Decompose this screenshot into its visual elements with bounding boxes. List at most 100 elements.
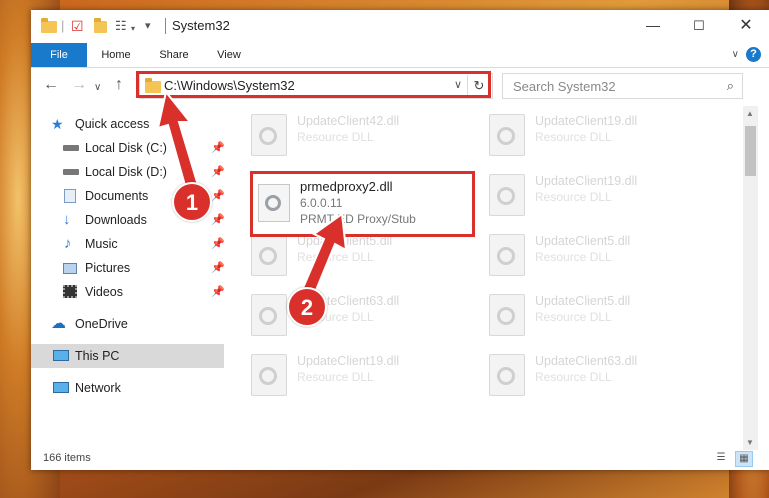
download-icon: ↓ xyxy=(63,211,71,228)
list-item[interactable]: UpdateClient5.dll Resource DLL xyxy=(465,286,695,342)
navigation-bar: ← → ∨ ↑ C:\Windows\System32 ∨ ↻ Search S… xyxy=(31,70,769,102)
sidebar-item-label: Downloads xyxy=(85,213,147,227)
dll-file-icon xyxy=(489,234,525,276)
computer-icon xyxy=(53,350,69,361)
title-bar: | ☑ ☷ ▾ ▾ System32 — ☐ ✕ xyxy=(31,10,769,41)
chevron-down-icon[interactable]: ▾ xyxy=(131,21,135,37)
separator: | xyxy=(61,18,65,33)
sidebar-item-label: OneDrive xyxy=(75,317,128,331)
status-bar: 166 items ☰ ▦ xyxy=(31,448,769,470)
file-name: UpdateClient19.dll xyxy=(535,174,638,188)
pin-icon[interactable]: 📌 xyxy=(211,256,225,280)
quick-access-dropdown-icon[interactable]: ▾ xyxy=(145,18,151,34)
minimize-button[interactable]: — xyxy=(630,10,676,41)
file-description: Resource DLL xyxy=(535,130,612,144)
file-name: UpdateClient19.dll xyxy=(535,114,638,128)
file-description: Resource DLL xyxy=(297,130,374,144)
sidebar-item-label: Music xyxy=(85,237,118,251)
scroll-thumb[interactable] xyxy=(745,126,756,176)
sidebar-item-this-pc[interactable]: This PC xyxy=(31,344,224,368)
forward-arrow-icon[interactable]: → xyxy=(71,76,87,94)
list-item[interactable]: UpdateClient19.dll Resource DLL xyxy=(465,106,695,162)
step-badge-1: 1 xyxy=(172,182,212,222)
chevron-up-icon[interactable]: ∨ xyxy=(732,49,739,60)
dll-file-icon xyxy=(489,354,525,396)
help-icon[interactable]: ? xyxy=(746,47,761,62)
list-item[interactable]: UpdateClient42.dll Resource DLL xyxy=(227,106,457,162)
file-name: prmedproxy2.dll xyxy=(300,179,393,194)
drive-icon xyxy=(63,169,79,175)
file-name: UpdateClient63.dll xyxy=(535,354,638,368)
dll-file-icon xyxy=(258,184,290,222)
dll-file-icon xyxy=(489,174,525,216)
explorer-window: | ☑ ☷ ▾ ▾ System32 — ☐ ✕ File Home Share… xyxy=(31,10,769,470)
up-arrow-icon[interactable]: ↑ xyxy=(115,76,123,94)
pin-icon[interactable]: 📌 xyxy=(211,232,225,256)
customize-view-icon[interactable]: ☷ xyxy=(115,18,127,34)
search-icon: ⌕ xyxy=(726,78,734,93)
sidebar-item-network[interactable]: Network xyxy=(31,376,224,400)
step-badge-2: 2 xyxy=(287,287,327,327)
search-input[interactable]: Search System32 ⌕ xyxy=(502,73,743,99)
ribbon: File Home Share View ∨ ? xyxy=(31,43,769,68)
tab-home[interactable]: Home xyxy=(93,43,139,67)
window-title: System32 xyxy=(172,18,230,33)
sidebar-item-label: Documents xyxy=(85,189,149,203)
list-item[interactable]: UpdateClient19.dll Resource DLL xyxy=(227,346,457,402)
dll-file-icon xyxy=(251,114,287,156)
title-separator xyxy=(165,18,166,34)
file-version: 6.0.0.11 xyxy=(300,196,343,210)
sidebar-item-label: Network xyxy=(75,381,121,395)
scroll-down-icon[interactable]: ▼ xyxy=(746,438,754,447)
sidebar-item-videos[interactable]: Videos 📌 xyxy=(31,280,225,304)
sidebar-item-onedrive[interactable]: ☁ OneDrive xyxy=(31,312,224,336)
drive-icon xyxy=(63,145,79,151)
pictures-icon xyxy=(63,263,77,274)
dll-file-icon xyxy=(251,294,287,336)
file-name: UpdateClient5.dll xyxy=(535,234,631,248)
dll-file-icon xyxy=(489,294,525,336)
network-icon xyxy=(53,382,69,393)
list-item[interactable]: UpdateClient63.dll Resource DLL xyxy=(465,346,695,402)
properties-icon[interactable]: ☑ xyxy=(71,18,84,34)
tab-share[interactable]: Share xyxy=(151,43,197,67)
dll-file-icon xyxy=(251,234,287,276)
tiles-view-icon[interactable]: ▦ xyxy=(735,451,753,467)
highlighted-file[interactable]: prmedproxy2.dll 6.0.0.11 PRMT ED Proxy/S… xyxy=(250,171,475,237)
pin-icon[interactable]: 📌 xyxy=(211,280,225,304)
file-name: UpdateClient5.dll xyxy=(535,294,631,308)
sidebar-item-label: Videos xyxy=(85,285,123,299)
item-count: 166 items xyxy=(43,452,91,464)
file-description: Resource DLL xyxy=(535,310,612,324)
cloud-icon: ☁ xyxy=(51,315,66,332)
back-arrow-icon[interactable]: ← xyxy=(43,76,59,94)
sidebar-item-pictures[interactable]: Pictures 📌 xyxy=(31,256,225,280)
list-item[interactable]: UpdateClient19.dll Resource DLL xyxy=(465,166,695,222)
sidebar-item-label: Pictures xyxy=(85,261,131,275)
recent-locations-icon[interactable]: ∨ xyxy=(94,79,101,97)
file-description: Resource DLL xyxy=(535,190,612,204)
file-description: Resource DLL xyxy=(535,250,612,264)
details-view-icon[interactable]: ☰ xyxy=(713,451,729,465)
dll-file-icon xyxy=(489,114,525,156)
star-icon: ★ xyxy=(51,116,64,132)
file-description: Resource DLL xyxy=(535,370,612,384)
tab-file[interactable]: File xyxy=(31,43,87,67)
sidebar-item-music[interactable]: ♪ Music 📌 xyxy=(31,232,225,256)
close-button[interactable]: ✕ xyxy=(723,10,769,41)
documents-icon xyxy=(64,189,76,203)
music-icon: ♪ xyxy=(64,235,72,252)
videos-icon xyxy=(63,285,77,298)
list-item[interactable]: UpdateClient5.dll Resource DLL xyxy=(465,226,695,282)
maximize-button[interactable]: ☐ xyxy=(676,10,722,41)
vertical-scrollbar[interactable]: ▲ ▼ xyxy=(743,106,758,450)
sidebar-item-label: This PC xyxy=(75,349,120,363)
file-name: UpdateClient19.dll xyxy=(297,354,400,368)
file-description: Resource DLL xyxy=(297,370,374,384)
scroll-up-icon[interactable]: ▲ xyxy=(746,109,754,118)
dll-file-icon xyxy=(251,354,287,396)
tab-view[interactable]: View xyxy=(209,43,249,67)
sidebar-item-label: Quick access xyxy=(75,117,150,131)
file-name: UpdateClient42.dll xyxy=(297,114,400,128)
search-placeholder: Search System32 xyxy=(513,79,616,94)
